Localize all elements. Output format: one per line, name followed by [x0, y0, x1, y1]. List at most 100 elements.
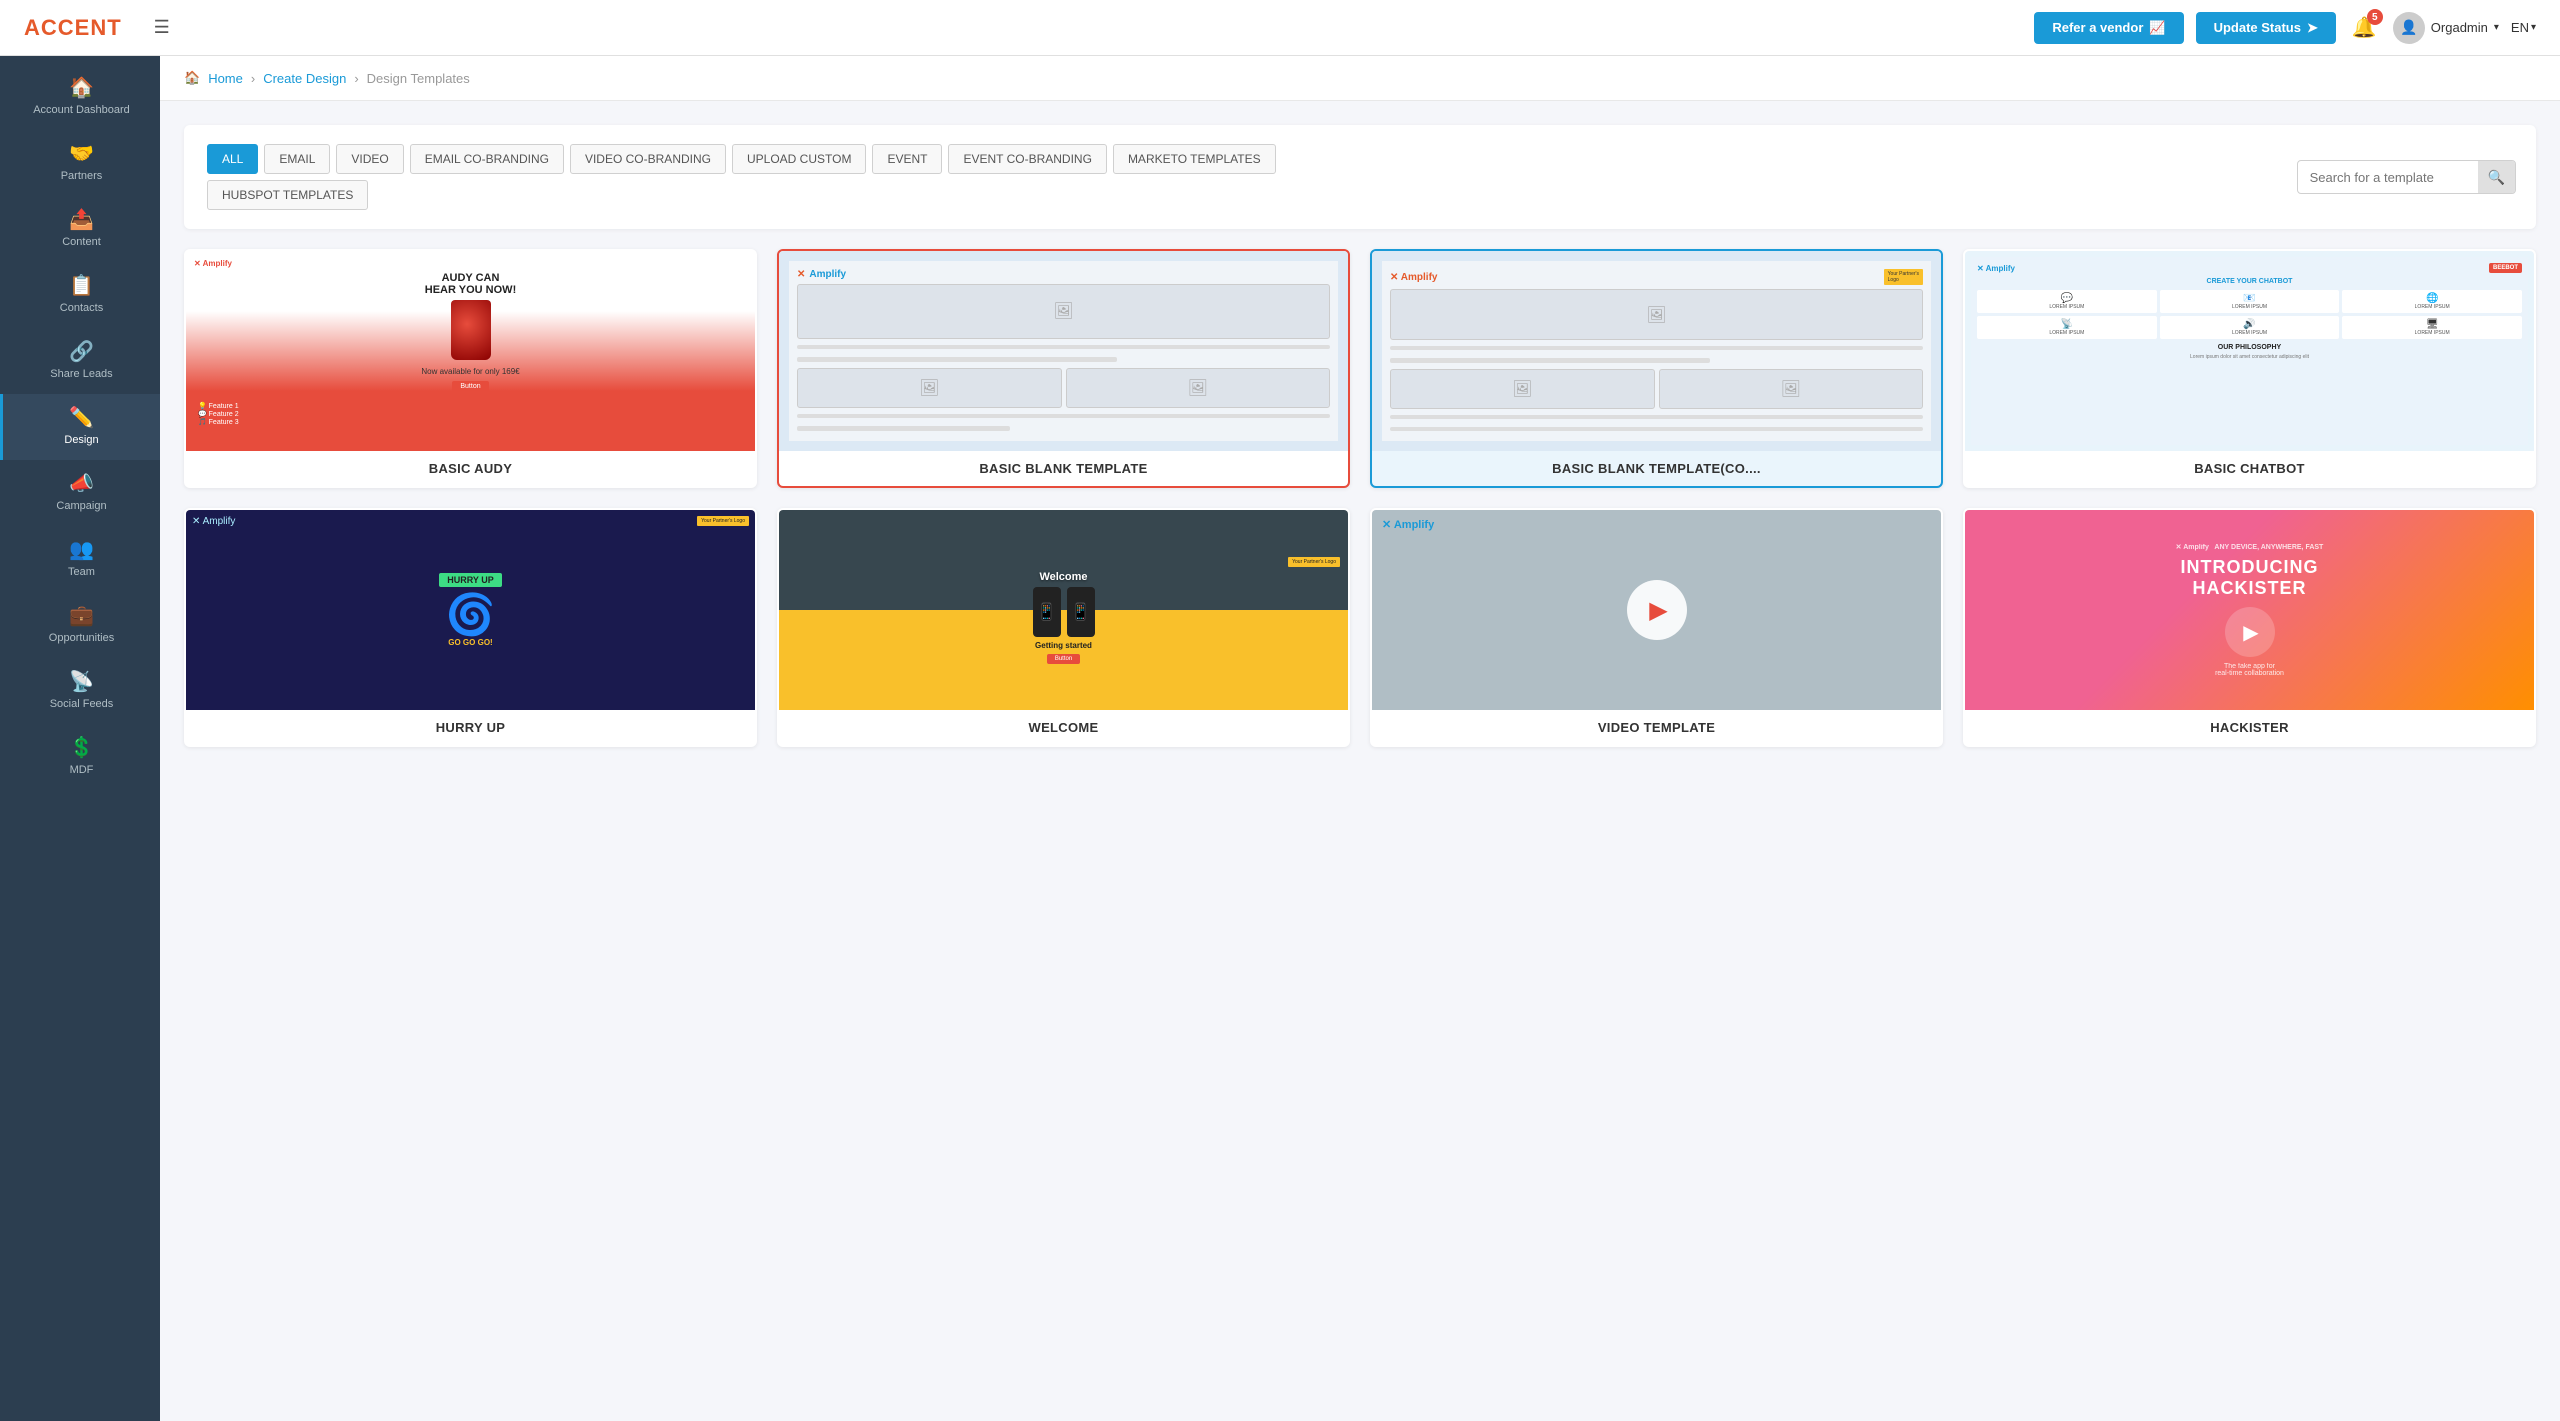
video-preview: ✕ Amplify ▶	[1372, 510, 1941, 710]
blank-preview: ✕ Amplify 🖼 🖼 🖼	[789, 261, 1338, 441]
breadcrumb-home-icon: 🏠	[184, 70, 200, 86]
tab-all[interactable]: ALL	[207, 144, 258, 174]
template-card-hurry-up[interactable]: ✕ Amplify Your Partner's Logo HURRY UP 🌀…	[184, 508, 757, 747]
sidebar-item-team[interactable]: 👥 Team	[0, 526, 160, 592]
tab-marketo[interactable]: MARKETO TEMPLATES	[1113, 144, 1276, 174]
breadcrumb-sep2: ›	[354, 71, 358, 86]
breadcrumb-sep1: ›	[251, 71, 255, 86]
template-thumbnail: Your Partner's Logo Welcome 📱 📱 Getting …	[779, 510, 1348, 710]
audy-preview: ✕ Amplify AUDY CANHEAR YOU NOW! Now avai…	[186, 251, 755, 451]
sidebar-label: Team	[68, 566, 95, 578]
campaign-icon: 📣	[69, 474, 94, 494]
content-area: ALL EMAIL VIDEO EMAIL CO-BRANDING VIDEO …	[160, 101, 2560, 1421]
sidebar-item-campaign[interactable]: 📣 Campaign	[0, 460, 160, 526]
social-feeds-icon: 📡	[69, 672, 94, 692]
sidebar-item-content[interactable]: 📤 Content	[0, 196, 160, 262]
home-icon: 🏠	[69, 78, 94, 98]
sidebar-label: Design	[64, 434, 98, 446]
contacts-icon: 📋	[69, 276, 94, 296]
sidebar-label: Content	[62, 236, 101, 248]
filter-tabs: ALL EMAIL VIDEO EMAIL CO-BRANDING VIDEO …	[204, 141, 2297, 213]
tab-video-cobranding[interactable]: VIDEO CO-BRANDING	[570, 144, 726, 174]
sidebar-item-account-dashboard[interactable]: 🏠 Account Dashboard	[0, 64, 160, 130]
breadcrumb-create-design-link[interactable]: Create Design	[263, 71, 346, 86]
chevron-down-icon: ▾	[2531, 22, 2536, 33]
template-thumbnail: ✕ Amplify ANY DEVICE, ANYWHERE, FAST INT…	[1965, 510, 2534, 710]
opportunities-icon: 💼	[69, 606, 94, 626]
template-card-basic-blank-cob[interactable]: ✕ Amplify Your Partner'sLogo 🖼 🖼 🖼	[1370, 249, 1943, 488]
sidebar-item-social-feeds[interactable]: 📡 Social Feeds	[0, 658, 160, 724]
template-name: Basic Blank Template	[779, 451, 1348, 486]
mdf-icon: 💲	[69, 738, 94, 758]
tab-video[interactable]: VIDEO	[336, 144, 403, 174]
avatar: 👤	[2393, 12, 2425, 44]
sidebar-label: MDF	[70, 764, 94, 776]
search-box: 🔍	[2297, 160, 2516, 194]
template-card-video[interactable]: ✕ Amplify ▶ VIDEO TEMPLATE	[1370, 508, 1943, 747]
hamburger-menu[interactable]: ☰	[146, 13, 178, 42]
notification-count: 5	[2367, 9, 2383, 25]
template-name: HURRY UP	[186, 710, 755, 745]
share-leads-icon: 🔗	[69, 342, 94, 362]
sidebar-item-contacts[interactable]: 📋 Contacts	[0, 262, 160, 328]
image-placeholder-small-2: 🖼	[1659, 369, 1924, 409]
template-card-basic-audy[interactable]: ✕ Amplify AUDY CANHEAR YOU NOW! Now avai…	[184, 249, 757, 488]
template-card-welcome[interactable]: Your Partner's Logo Welcome 📱 📱 Getting …	[777, 508, 1350, 747]
template-thumbnail: ✕ Amplify BEEBOT CREATE YOUR CHATBOT 💬LO…	[1965, 251, 2534, 451]
sidebar-label: Opportunities	[49, 632, 114, 644]
hackister-preview: ✕ Amplify ANY DEVICE, ANYWHERE, FAST INT…	[1965, 510, 2534, 710]
design-icon: ✏️	[69, 408, 94, 428]
partners-icon: 🤝	[69, 144, 94, 164]
image-placeholder-large: 🖼	[1390, 289, 1923, 340]
template-name: WELCOME	[779, 710, 1348, 745]
sidebar-label: Campaign	[56, 500, 106, 512]
search-button[interactable]: 🔍	[2478, 161, 2515, 193]
template-thumbnail: ✕ Amplify AUDY CANHEAR YOU NOW! Now avai…	[186, 251, 755, 451]
image-placeholder-small-1: 🖼	[797, 368, 1062, 408]
sidebar-label: Partners	[61, 170, 103, 182]
sidebar-label: Social Feeds	[50, 698, 114, 710]
chatbot-preview: ✕ Amplify BEEBOT CREATE YOUR CHATBOT 💬LO…	[1971, 257, 2528, 445]
template-thumbnail: ✕ Amplify 🖼 🖼 🖼	[779, 251, 1348, 451]
template-card-basic-chatbot[interactable]: ✕ Amplify BEEBOT CREATE YOUR CHATBOT 💬LO…	[1963, 249, 2536, 488]
notification-bell[interactable]: 🔔 5	[2348, 11, 2381, 44]
tab-upload-custom[interactable]: UPLOAD CUSTOM	[732, 144, 866, 174]
image-placeholder-small-2: 🖼	[1066, 368, 1331, 408]
tab-email[interactable]: EMAIL	[264, 144, 330, 174]
image-placeholder-small-1: 🖼	[1390, 369, 1655, 409]
search-input[interactable]	[2298, 170, 2478, 185]
template-name: VIDEO TEMPLATE	[1372, 710, 1941, 745]
template-grid: ✕ Amplify AUDY CANHEAR YOU NOW! Now avai…	[184, 249, 2536, 747]
template-thumbnail: ✕ Amplify ▶	[1372, 510, 1941, 710]
topnav-right: Refer a vendor 📈 Update Status ➤ 🔔 5 👤 O…	[2034, 11, 2536, 44]
update-status-button[interactable]: Update Status ➤	[2196, 12, 2336, 44]
user-menu[interactable]: 👤 Orgadmin ▾	[2393, 12, 2499, 44]
sidebar-label: Contacts	[60, 302, 103, 314]
app-logo: ACCENT	[24, 15, 122, 41]
sidebar-item-partners[interactable]: 🤝 Partners	[0, 130, 160, 196]
sidebar-item-share-leads[interactable]: 🔗 Share Leads	[0, 328, 160, 394]
template-card-hackister[interactable]: ✕ Amplify ANY DEVICE, ANYWHERE, FAST INT…	[1963, 508, 2536, 747]
sidebar-item-mdf[interactable]: 💲 MDF	[0, 724, 160, 790]
breadcrumb-current: Design Templates	[367, 71, 470, 86]
tab-email-cobranding[interactable]: EMAIL CO-BRANDING	[410, 144, 564, 174]
sidebar-label: Account Dashboard	[33, 104, 130, 116]
tab-hubspot[interactable]: HUBSPOT TEMPLATES	[207, 180, 368, 210]
tab-event[interactable]: EVENT	[872, 144, 942, 174]
arrow-icon: ➤	[2307, 20, 2318, 36]
language-selector[interactable]: EN ▾	[2511, 20, 2536, 35]
template-card-basic-blank[interactable]: ✕ Amplify 🖼 🖼 🖼	[777, 249, 1350, 488]
team-icon: 👥	[69, 540, 94, 560]
template-thumbnail: ✕ Amplify Your Partner's Logo HURRY UP 🌀…	[186, 510, 755, 710]
template-name: HACKISTER	[1965, 710, 2534, 745]
sidebar-item-design[interactable]: ✏️ Design	[0, 394, 160, 460]
sidebar-item-opportunities[interactable]: 💼 Opportunities	[0, 592, 160, 658]
filter-bar: ALL EMAIL VIDEO EMAIL CO-BRANDING VIDEO …	[184, 125, 2536, 229]
tab-event-cobranding[interactable]: EVENT CO-BRANDING	[948, 144, 1106, 174]
sidebar-label: Share Leads	[50, 368, 112, 380]
refer-vendor-button[interactable]: Refer a vendor 📈	[2034, 12, 2183, 44]
breadcrumb-home-link[interactable]: Home	[208, 71, 243, 86]
template-thumbnail: ✕ Amplify Your Partner'sLogo 🖼 🖼 🖼	[1372, 251, 1941, 451]
user-name: Orgadmin	[2431, 20, 2488, 35]
top-navigation: ACCENT ☰ Refer a vendor 📈 Update Status …	[0, 0, 2560, 56]
